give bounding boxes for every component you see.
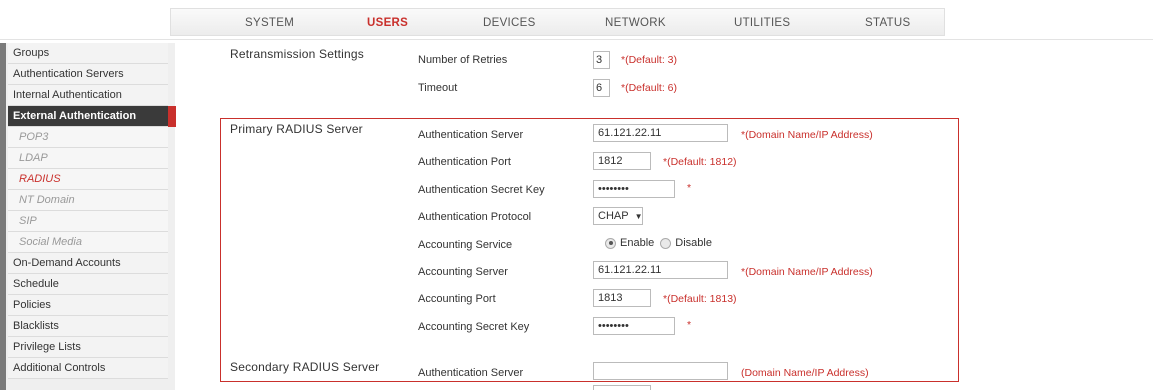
sidebar-edge bbox=[0, 43, 6, 390]
primary-radius-title: Primary RADIUS Server bbox=[230, 122, 363, 136]
secondary-auth-server-label: Authentication Server bbox=[418, 367, 524, 379]
acct-server-hint: *(Domain Name/IP Address) bbox=[741, 266, 873, 278]
sidebar-item-pop3[interactable]: POP3 bbox=[8, 127, 168, 148]
nav-status[interactable]: STATUS bbox=[865, 9, 910, 37]
primary-radius-box bbox=[220, 118, 959, 382]
secondary-auth-server-hint: (Domain Name/IP Address) bbox=[741, 367, 869, 379]
timeout-label: Timeout bbox=[418, 82, 458, 94]
nav-users[interactable]: USERS bbox=[367, 9, 408, 37]
nav-bar: SYSTEM USERS DEVICES NETWORK UTILITIES S… bbox=[170, 8, 945, 36]
main-content: Retransmission Settings Number of Retrie… bbox=[175, 40, 1153, 390]
secondary-auth-server-input[interactable] bbox=[593, 362, 728, 380]
auth-server-label: Authentication Server bbox=[418, 129, 524, 141]
sidebar-item-ldap[interactable]: LDAP bbox=[8, 148, 168, 169]
sidebar-item-policies[interactable]: Policies bbox=[8, 295, 168, 316]
auth-port-input[interactable] bbox=[593, 152, 651, 170]
secondary-radius-title: Secondary RADIUS Server bbox=[230, 360, 380, 374]
auth-secret-input[interactable] bbox=[593, 180, 675, 198]
acct-secret-label: Accounting Secret Key bbox=[418, 321, 530, 333]
sidebar-item-blacklists[interactable]: Blacklists bbox=[8, 316, 168, 337]
acct-disable-radio[interactable] bbox=[660, 237, 672, 249]
auth-protocol-select[interactable]: CHAP ▼ bbox=[593, 207, 643, 225]
retransmission-title: Retransmission Settings bbox=[230, 47, 364, 61]
acct-enable-label: Enable bbox=[620, 237, 655, 249]
nav-network[interactable]: NETWORK bbox=[605, 9, 666, 37]
auth-port-label: Authentication Port bbox=[418, 156, 511, 168]
timeout-hint: *(Default: 6) bbox=[621, 82, 678, 94]
auth-secret-hint: * bbox=[687, 182, 692, 194]
acct-port-label: Accounting Port bbox=[418, 293, 496, 305]
retries-label: Number of Retries bbox=[418, 54, 508, 66]
acct-port-hint: *(Default: 1813) bbox=[663, 293, 737, 305]
sidebar-item-groups[interactable]: Groups bbox=[8, 43, 168, 64]
secondary-next-input[interactable] bbox=[593, 385, 651, 390]
auth-secret-label: Authentication Secret Key bbox=[418, 184, 545, 196]
sidebar-item-on-demand-accounts[interactable]: On-Demand Accounts bbox=[8, 253, 168, 274]
acct-service-radio-group: Enable Disable bbox=[605, 237, 718, 249]
nav-devices[interactable]: DEVICES bbox=[483, 9, 536, 37]
sidebar-item-nt-domain[interactable]: NT Domain bbox=[8, 190, 168, 211]
sidebar-item-privilege-lists[interactable]: Privilege Lists bbox=[8, 337, 168, 358]
sidebar-item-authentication-servers[interactable]: Authentication Servers bbox=[8, 64, 168, 85]
acct-secret-hint: * bbox=[687, 319, 692, 331]
acct-service-label: Accounting Service bbox=[418, 239, 513, 251]
acct-secret-input[interactable] bbox=[593, 317, 675, 335]
acct-enable-radio[interactable] bbox=[605, 237, 616, 249]
sidebar-item-sip[interactable]: SIP bbox=[8, 211, 168, 232]
sidebar-item-external-authentication[interactable]: External Authentication bbox=[8, 106, 176, 127]
nav-utilities[interactable]: UTILITIES bbox=[734, 9, 790, 37]
sidebar: Groups Authentication Servers Internal A… bbox=[0, 43, 176, 390]
sidebar-item-internal-authentication[interactable]: Internal Authentication bbox=[8, 85, 168, 106]
auth-port-hint: *(Default: 1812) bbox=[663, 156, 737, 168]
retries-input[interactable] bbox=[593, 51, 610, 69]
sidebar-item-label: External Authentication bbox=[13, 110, 137, 122]
chevron-down-icon: ▼ bbox=[634, 212, 643, 221]
retries-hint: *(Default: 3) bbox=[621, 54, 678, 66]
auth-server-input[interactable] bbox=[593, 124, 728, 142]
auth-protocol-label: Authentication Protocol bbox=[418, 211, 532, 223]
sidebar-item-schedule[interactable]: Schedule bbox=[8, 274, 168, 295]
sidebar-item-social-media[interactable]: Social Media bbox=[8, 232, 168, 253]
sidebar-item-additional-controls[interactable]: Additional Controls bbox=[8, 358, 168, 379]
top-nav: SYSTEM USERS DEVICES NETWORK UTILITIES S… bbox=[0, 0, 1153, 40]
auth-server-hint: *(Domain Name/IP Address) bbox=[741, 129, 873, 141]
acct-server-label: Accounting Server bbox=[418, 266, 508, 278]
timeout-input[interactable] bbox=[593, 79, 610, 97]
acct-port-input[interactable] bbox=[593, 289, 651, 307]
acct-server-input[interactable] bbox=[593, 261, 728, 279]
nav-system[interactable]: SYSTEM bbox=[245, 9, 294, 37]
acct-disable-label: Disable bbox=[675, 237, 712, 249]
sidebar-item-radius[interactable]: RADIUS bbox=[8, 169, 168, 190]
auth-protocol-value: CHAP bbox=[598, 210, 629, 222]
